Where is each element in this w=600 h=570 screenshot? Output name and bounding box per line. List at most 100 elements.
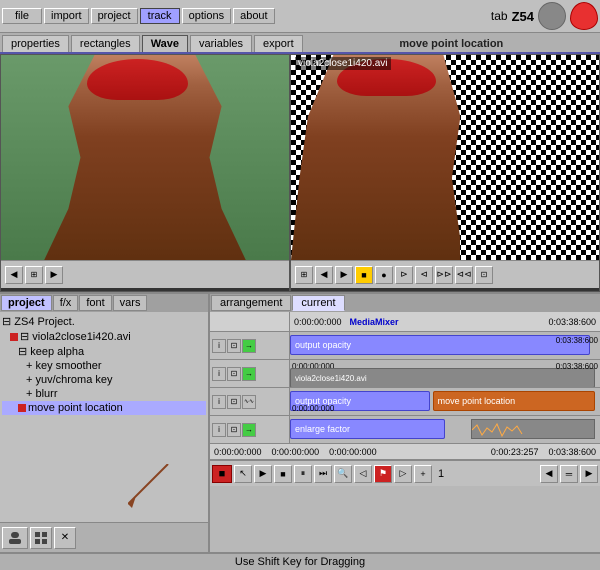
tree-item-2[interactable]: ⊟ keep alpha (2, 344, 206, 359)
shortcut-label: Z54 (512, 9, 534, 24)
import-menu[interactable]: import (44, 8, 89, 24)
current-tab[interactable]: current (292, 295, 344, 311)
track-key-4[interactable]: → (242, 423, 256, 437)
track-time-1: 0:03:38:600 (556, 336, 598, 345)
tree-item-4[interactable]: + yuv/chroma key (2, 373, 206, 387)
fx-tab[interactable]: f/x (53, 295, 79, 311)
right-ctrl-1[interactable]: ⊞ (295, 266, 313, 284)
panel-btn-1[interactable] (2, 527, 28, 549)
mark-in[interactable]: ◁ (354, 465, 372, 483)
prev-frame-btn[interactable]: ◀ (5, 266, 23, 284)
ruler-t2: 0:00:00:000 (272, 447, 320, 457)
track-view-1[interactable]: ⊡ (227, 339, 241, 353)
track-info-4[interactable]: i (212, 423, 226, 437)
wave-tab[interactable]: Wave (142, 35, 188, 52)
track-waveform-3[interactable]: ∿∿ (242, 395, 256, 409)
timeline-tabs: arrangement current (210, 294, 600, 312)
tab-bar: properties rectangles Wave variables exp… (0, 33, 600, 54)
right-prev-btn[interactable]: ◀ (315, 266, 333, 284)
track-key-1[interactable]: → (242, 339, 256, 353)
tree-item-3[interactable]: + key smoother (2, 359, 206, 373)
right-ctrl-6[interactable]: ⊳ (395, 266, 413, 284)
track-controls-1: i ⊡ → (210, 332, 290, 359)
track-content-4: enlarge factor (290, 416, 600, 443)
mark-out[interactable]: ▷ (394, 465, 412, 483)
right-snapshot-btn[interactable]: ⊡ (475, 266, 493, 284)
track-block-2[interactable]: viola2close1i420.avi (290, 368, 595, 387)
export-tab[interactable]: export (254, 35, 303, 52)
options-menu[interactable]: options (182, 8, 231, 24)
skip-btn[interactable]: ⏭ (314, 465, 332, 483)
zoom-btn[interactable]: 🔍 (334, 465, 352, 483)
cursor-btn[interactable]: ↖ (234, 465, 252, 483)
tree-item-1[interactable]: ⊟ viola2close1i420.avi (2, 329, 206, 344)
track-controls-2: i ⊡ → (210, 360, 290, 387)
left-panel: project f/x font vars ⊟ ZS4 Project. ⊟ v… (0, 294, 210, 552)
preview-left: ◀ ⊞ ▶ (0, 54, 290, 292)
properties-tab[interactable]: properties (2, 35, 69, 52)
play-btn[interactable]: ▶ (254, 465, 272, 483)
bottom-panel: project f/x font vars ⊟ ZS4 Project. ⊟ v… (0, 292, 600, 552)
track-block-4[interactable]: enlarge factor (290, 419, 445, 439)
stop-btn[interactable]: ■ (274, 465, 292, 483)
track-key-2[interactable]: → (242, 367, 256, 381)
right-panel: arrangement current 0:00:00:000 MediaMix… (210, 294, 600, 552)
tree-item-5[interactable]: + blurr (2, 387, 206, 401)
track-view-4[interactable]: ⊡ (227, 423, 241, 437)
panel-bottom: ✕ (0, 522, 208, 552)
next-frame-btn[interactable]: ▶ (45, 266, 63, 284)
track-block-1[interactable]: output opacity (290, 335, 590, 355)
track-menu[interactable]: track (140, 8, 180, 24)
track-view-3[interactable]: ⊡ (227, 395, 241, 409)
track-controls-4: i ⊡ → (210, 416, 290, 443)
nav-eq[interactable]: ═ (560, 465, 578, 483)
pause-btn[interactable]: ⏸ (294, 465, 312, 483)
right-ctrl-9[interactable]: ⊲⊲ (455, 266, 473, 284)
right-ctrl-7[interactable]: ⊲ (415, 266, 433, 284)
record-btn[interactable]: ■ (212, 465, 232, 483)
tree-item-0[interactable]: ⊟ ZS4 Project. (2, 314, 206, 329)
main-area: ◀ ⊞ ▶ viola2close1i420.avi ⊞ ◀ ▶ ■ ● ⊳ ⊲… (0, 54, 600, 292)
project-menu[interactable]: project (91, 8, 138, 24)
project-tab[interactable]: project (1, 295, 52, 311)
flag-btn[interactable]: ⚑ (374, 465, 392, 483)
frame-counter: 1 (438, 468, 444, 480)
rectangles-tab[interactable]: rectangles (71, 35, 140, 52)
track-label-3b: move point location (438, 396, 516, 406)
track-row-3: i ⊡ ∿∿ output opacity 0:00:00:000 move p… (210, 388, 600, 416)
variables-tab[interactable]: variables (190, 35, 252, 52)
track-info-3[interactable]: i (212, 395, 226, 409)
right-ctrl-8[interactable]: ⊳⊳ (435, 266, 453, 284)
about-menu[interactable]: about (233, 8, 275, 24)
video-filename: viola2close1i420.avi (295, 57, 391, 70)
panel-btn-2[interactable] (30, 527, 52, 549)
tab-title: move point location (305, 36, 598, 52)
arrangement-tab[interactable]: arrangement (211, 295, 291, 311)
nav-prev[interactable]: ◀ (540, 465, 558, 483)
track-info-1[interactable]: i (212, 339, 226, 353)
right-ctrl-5[interactable]: ● (375, 266, 393, 284)
font-tab[interactable]: font (79, 295, 111, 311)
right-stop-btn[interactable]: ■ (355, 266, 373, 284)
timeline-header-row: 0:00:00:000 MediaMixer 0:03:38:600 (210, 312, 600, 332)
snapshot-btn[interactable]: ⊞ (25, 266, 43, 284)
diagonal-arrow (128, 464, 178, 517)
track-block-3b[interactable]: move point location (433, 391, 595, 411)
video-controls-left: ◀ ⊞ ▶ (1, 260, 289, 288)
panel-btn-3[interactable]: ✕ (54, 527, 76, 549)
tree-item-6[interactable]: move point location (2, 401, 206, 415)
vars-tab[interactable]: vars (113, 295, 148, 311)
video-frame-left (1, 55, 289, 260)
playback-controls: ■ ↖ ▶ ■ ⏸ ⏭ 🔍 ◁ ⚑ ▷ + 1 ◀ ═ ▶ (210, 460, 600, 486)
tab-label: tab (491, 9, 508, 23)
track-info-2[interactable]: i (212, 367, 226, 381)
nav-next[interactable]: ▶ (580, 465, 598, 483)
header-mixer: MediaMixer (350, 317, 399, 327)
track-view-2[interactable]: ⊡ (227, 367, 241, 381)
header-time1: 0:00:00:000 (294, 317, 342, 327)
add-btn[interactable]: + (414, 465, 432, 483)
file-menu[interactable]: file (2, 8, 42, 24)
track-content-1: output opacity 0:03:38:600 (290, 332, 600, 359)
track-row-2: i ⊡ → 0:00:00:000 viola2close1i420.avi 0… (210, 360, 600, 388)
right-play-btn[interactable]: ▶ (335, 266, 353, 284)
